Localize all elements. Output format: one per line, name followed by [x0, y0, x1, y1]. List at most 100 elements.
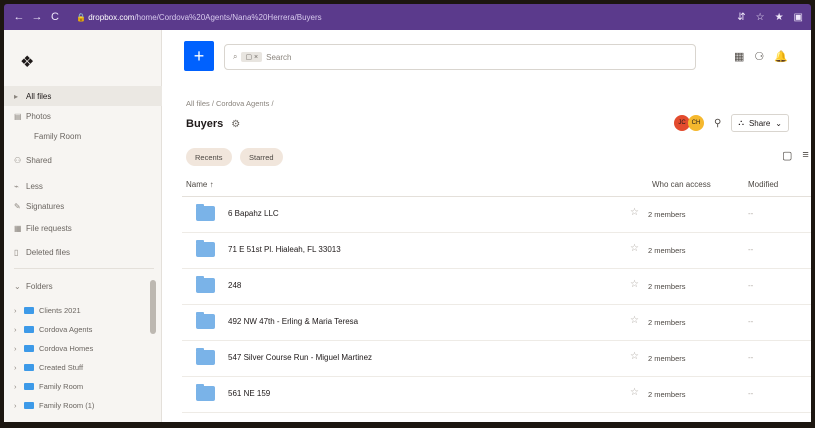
- table-row[interactable]: 547 Silver Course Run - Miguel Martinez …: [182, 341, 811, 377]
- filter-recents[interactable]: Recents: [186, 148, 232, 166]
- share-page-icon[interactable]: ⇵: [737, 12, 745, 23]
- bookmark-icon[interactable]: ☆: [756, 12, 765, 23]
- modified-date: --: [748, 317, 754, 326]
- sidebar-folder[interactable]: › Clients 2021: [4, 301, 154, 319]
- folders-label: Folders: [26, 281, 53, 291]
- sidebar-scrollbar[interactable]: [150, 280, 156, 334]
- screenshot-frame: ← → C 🔒 dropbox.com/home/Cordova%20Agent…: [0, 0, 815, 428]
- folder-icon: [24, 344, 34, 352]
- sidebar-item-photos[interactable]: ▤ Photos: [4, 106, 162, 126]
- star-icon[interactable]: ☆: [630, 351, 639, 362]
- apps-grid-icon[interactable]: ▦: [734, 50, 744, 63]
- member-avatar[interactable]: CH: [688, 115, 704, 131]
- breadcrumb[interactable]: All files / Cordova Agents /: [186, 99, 274, 108]
- search-scope-chip[interactable]: ▢ ×: [241, 52, 263, 62]
- collapse-icon: ⌁: [14, 181, 19, 191]
- caret-icon: ▸: [14, 91, 19, 101]
- reload-button[interactable]: C: [48, 11, 62, 23]
- star-icon[interactable]: ☆: [630, 243, 639, 254]
- sidebar-item-signatures[interactable]: ✎ Signatures: [4, 196, 162, 216]
- grid-view-icon[interactable]: ▢: [782, 149, 792, 162]
- folder-label: Cordova Agents: [39, 324, 93, 334]
- file-name[interactable]: 6 Bapahz LLC: [228, 209, 279, 218]
- top-actions: ▦ ⚆ 🔔: [734, 50, 788, 63]
- lock-icon: 🔒: [76, 12, 89, 22]
- access-count: 2 members: [648, 354, 686, 363]
- chevron-right-icon: ›: [14, 362, 17, 372]
- chevron-down-icon: ⌄: [14, 281, 21, 291]
- url-host: dropbox.com: [88, 12, 135, 22]
- shared-icon: ⚇: [14, 155, 22, 165]
- star-icon[interactable]: ☆: [630, 315, 639, 326]
- filter-starred[interactable]: Starred: [240, 148, 283, 166]
- search-icon: ⌕: [233, 52, 238, 61]
- folders-section-header[interactable]: ⌄ Folders: [4, 276, 162, 296]
- chevron-down-icon: ⌄: [775, 118, 782, 128]
- sidebar-item-deleted-files[interactable]: ▯ Deleted files: [4, 242, 162, 262]
- sidebar: ❖ ▸ All files ▤ Photos Family Room ⚇ Shared…: [4, 30, 162, 422]
- address-bar[interactable]: 🔒 dropbox.com/home/Cordova%20Agents/Nana…: [76, 13, 737, 22]
- forward-button[interactable]: →: [30, 11, 44, 23]
- folder-label: Clients 2021: [39, 305, 81, 315]
- star-icon[interactable]: ☆: [630, 387, 639, 398]
- table-row[interactable]: 248 ☆ 2 members --: [182, 269, 811, 305]
- share-button[interactable]: ⛬ Share ⌄: [731, 114, 789, 132]
- modified-date: --: [748, 389, 754, 398]
- sidebar-item-all-files[interactable]: ▸ All files: [4, 86, 162, 106]
- sidebar-item-label: All files: [26, 91, 52, 101]
- access-count: 2 members: [648, 390, 686, 399]
- sidebar-folder[interactable]: › Family Room (1): [4, 396, 154, 414]
- search-input[interactable]: ⌕ ▢ × Search: [224, 44, 696, 70]
- folder-icon: [196, 348, 215, 365]
- main-content: + ⌕ ▢ × Search ▦ ⚆ 🔔 All files / Cordova…: [162, 30, 811, 422]
- folder-icon: [24, 325, 34, 333]
- sidebar-folder[interactable]: › Cordova Agents: [4, 320, 154, 338]
- folder-icon: [24, 363, 34, 371]
- search-placeholder: Search: [266, 52, 292, 62]
- table-row[interactable]: 6 Bapahz LLC ☆ 2 members --: [182, 197, 811, 233]
- column-header-name[interactable]: Name ↑: [186, 180, 214, 189]
- dropbox-logo-icon[interactable]: ❖: [20, 52, 34, 72]
- folder-icon: [196, 312, 215, 329]
- table-row[interactable]: 71 E 51st Pl. Hialeah, FL 33013 ☆ 2 memb…: [182, 233, 811, 269]
- file-name[interactable]: 547 Silver Course Run - Miguel Martinez: [228, 353, 372, 362]
- sidebar-folder[interactable]: › Cordova Homes: [4, 339, 154, 357]
- sidepanel-icon[interactable]: ▣: [794, 12, 803, 23]
- copy-link-icon[interactable]: ⚲: [714, 118, 721, 129]
- star-icon[interactable]: ☆: [630, 207, 639, 218]
- access-count: 2 members: [648, 246, 686, 255]
- folder-label: Created Stuff: [39, 362, 84, 372]
- table-row[interactable]: 561 NE 159 ☆ 2 members --: [182, 377, 811, 413]
- notifications-icon[interactable]: 🔔: [774, 50, 788, 63]
- sidebar-folder[interactable]: › Family Room: [4, 377, 154, 395]
- file-name[interactable]: 492 NW 47th - Erling & Maria Teresa: [228, 317, 358, 326]
- column-header-modified[interactable]: Modified: [748, 180, 778, 189]
- sidebar-divider: [14, 268, 154, 269]
- extensions-icon[interactable]: ★: [775, 12, 784, 23]
- table-row[interactable]: 492 NW 47th - Erling & Maria Teresa ☆ 2 …: [182, 305, 811, 341]
- browser-toolbar: ← → C 🔒 dropbox.com/home/Cordova%20Agent…: [4, 4, 811, 30]
- settings-icon[interactable]: ⚙: [231, 119, 240, 130]
- file-name[interactable]: 248: [228, 281, 241, 290]
- list-view-icon[interactable]: ≡: [802, 149, 808, 162]
- file-name[interactable]: 71 E 51st Pl. Hialeah, FL 33013: [228, 245, 341, 254]
- signature-icon: ✎: [14, 201, 21, 211]
- sidebar-item-less[interactable]: ⌁ Less: [4, 176, 162, 196]
- sidebar-item-label: Deleted files: [26, 247, 71, 257]
- folder-icon: [196, 204, 215, 221]
- sidebar-item-label: Shared: [26, 155, 52, 165]
- sidebar-item-file-requests[interactable]: ▦ File requests: [4, 218, 162, 238]
- dropbox-app: ❖ ▸ All files ▤ Photos Family Room ⚇ Shared…: [4, 30, 811, 422]
- sidebar-item-family-room[interactable]: Family Room: [4, 126, 162, 146]
- folder-icon: [196, 240, 215, 257]
- activity-icon[interactable]: ⚆: [754, 50, 764, 63]
- star-icon[interactable]: ☆: [630, 279, 639, 290]
- sidebar-folder[interactable]: › Created Stuff: [4, 358, 154, 376]
- folder-label: Cordova Homes: [39, 343, 94, 353]
- sidebar-item-shared[interactable]: ⚇ Shared: [4, 150, 162, 170]
- access-count: 2 members: [648, 318, 686, 327]
- create-button[interactable]: +: [184, 41, 214, 71]
- file-name[interactable]: 561 NE 159: [228, 389, 270, 398]
- folder-icon: [196, 276, 215, 293]
- back-button[interactable]: ←: [12, 11, 26, 23]
